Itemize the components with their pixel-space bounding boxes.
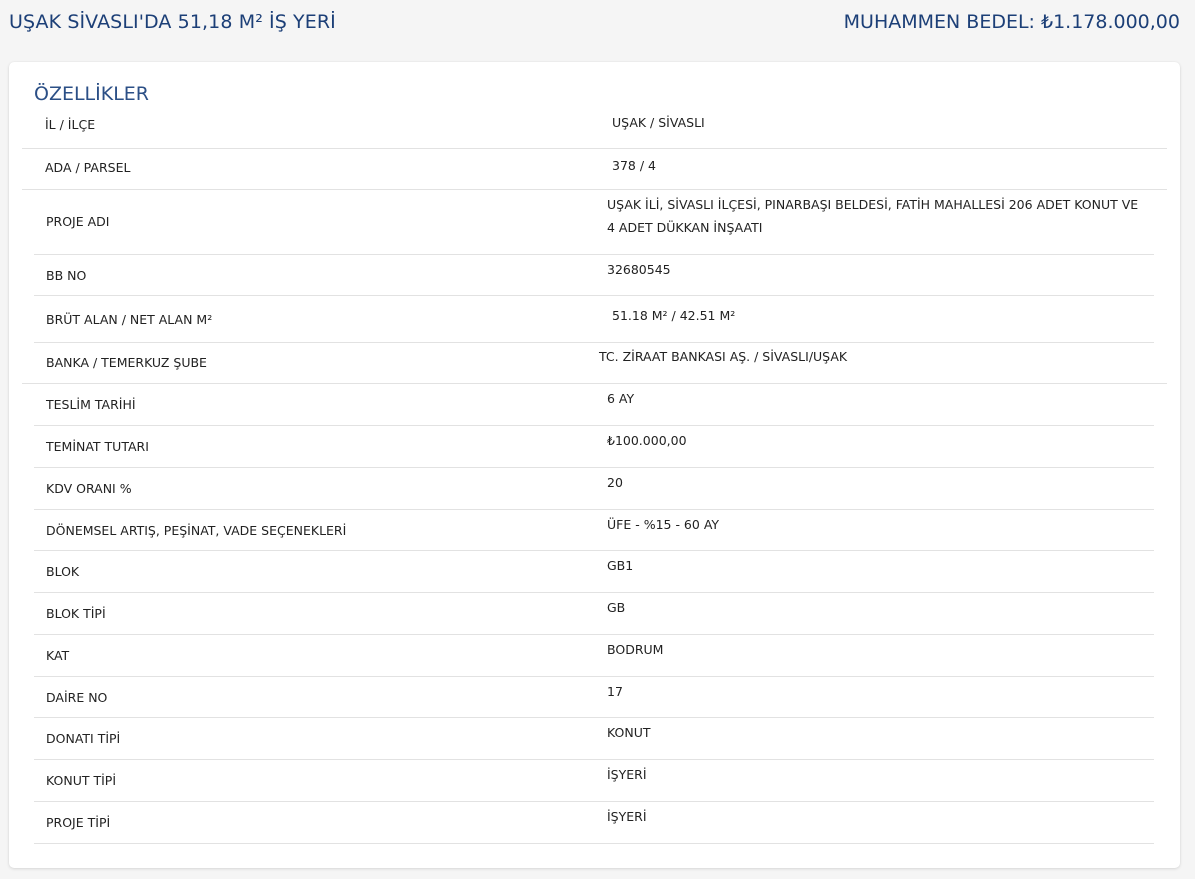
- row-label: DÖNEMSEL ARTIŞ, PEŞİNAT, VADE SEÇENEKLER…: [46, 523, 347, 538]
- row-value: ₺100.000,00: [607, 433, 687, 448]
- table-row: BLOK TİPİ GB: [34, 593, 1154, 635]
- row-value: GB1: [607, 558, 634, 573]
- row-value: ÜFE - %15 - 60 AY: [607, 517, 720, 532]
- row-label: TESLİM TARİHİ: [46, 397, 136, 412]
- table-row: KAT BODRUM: [34, 635, 1154, 677]
- row-value: 6 AY: [607, 391, 635, 406]
- features-table: İL / İLÇE UŞAK / SİVASLI ADA / PARSEL 378 /…: [9, 62, 1180, 868]
- row-label: KDV ORANI %: [46, 481, 132, 496]
- table-row: ADA / PARSEL 378 / 4: [22, 149, 1167, 190]
- table-row: BANKA / TEMERKUZ ŞUBE TC. ZİRAAT BANKASI …: [22, 343, 1167, 384]
- row-value: GB: [607, 600, 626, 615]
- appraised-price: MUHAMMEN BEDEL: ₺1.178.000,00: [843, 11, 1180, 33]
- table-row: KDV ORANI % 20: [34, 468, 1154, 510]
- row-value: 378 / 4: [612, 158, 656, 173]
- table-row: DAİRE NO 17: [34, 677, 1154, 718]
- table-row: BLOK GB1: [34, 551, 1154, 593]
- table-row: DONATI TİPİ KONUT: [34, 718, 1154, 760]
- table-row: İL / İLÇE UŞAK / SİVASLI: [22, 107, 1167, 149]
- row-label: BLOK TİPİ: [46, 606, 106, 621]
- row-label: KONUT TİPİ: [46, 773, 117, 788]
- row-value: 32680545: [607, 262, 671, 277]
- row-label: TEMİNAT TUTARI: [46, 439, 149, 454]
- table-row: TEMİNAT TUTARI ₺100.000,00: [34, 426, 1154, 468]
- row-value: KONUT: [607, 725, 651, 740]
- row-label: KAT: [46, 648, 70, 663]
- row-label: BB NO: [46, 268, 87, 283]
- row-label: BRÜT ALAN / NET ALAN M²: [46, 312, 213, 327]
- row-label: PROJE TİPİ: [46, 815, 111, 830]
- row-label: BANKA / TEMERKUZ ŞUBE: [46, 355, 207, 370]
- table-row: KONUT TİPİ İŞYERİ: [34, 760, 1154, 802]
- row-label: İL / İLÇE: [45, 117, 96, 132]
- features-card: ÖZELLİKLER İL / İLÇE UŞAK / SİVASLI ADA / …: [9, 62, 1180, 868]
- table-row: PROJE ADI UŞAK İLİ, SİVASLI İLÇESİ, PINAR…: [34, 190, 1154, 255]
- row-value: 20: [607, 475, 623, 490]
- row-value: İŞYERİ: [607, 809, 647, 824]
- row-value: 17: [607, 684, 623, 699]
- row-label: DAİRE NO: [46, 690, 108, 705]
- page-title: UŞAK SİVASLI'DA 51,18 M² İŞ YERİ: [9, 11, 336, 33]
- row-value: BODRUM: [607, 642, 664, 657]
- page-header: UŞAK SİVASLI'DA 51,18 M² İŞ YERİ MUHAMME…: [0, 0, 1195, 52]
- row-label: DONATI TİPİ: [46, 731, 121, 746]
- row-value: İŞYERİ: [607, 767, 647, 782]
- row-value: UŞAK / SİVASLI: [612, 115, 705, 130]
- row-value: UŞAK İLİ, SİVASLI İLÇESİ, PINARBAŞI BELD…: [607, 197, 1139, 235]
- table-row: DÖNEMSEL ARTIŞ, PEŞİNAT, VADE SEÇENEKLER…: [34, 510, 1154, 551]
- table-row: BB NO 32680545: [34, 255, 1154, 296]
- table-row: TESLİM TARİHİ 6 AY: [34, 384, 1154, 426]
- row-label: ADA / PARSEL: [45, 160, 131, 175]
- row-value: TC. ZİRAAT BANKASI AŞ. / SİVASLI/UŞAK: [599, 349, 848, 364]
- table-row: BRÜT ALAN / NET ALAN M² 51.18 M² / 42.51 …: [34, 296, 1154, 343]
- row-value: 51.18 M² / 42.51 M²: [612, 308, 736, 323]
- row-label: PROJE ADI: [46, 214, 110, 229]
- row-label: BLOK: [46, 564, 80, 579]
- table-row: PROJE TİPİ İŞYERİ: [34, 802, 1154, 844]
